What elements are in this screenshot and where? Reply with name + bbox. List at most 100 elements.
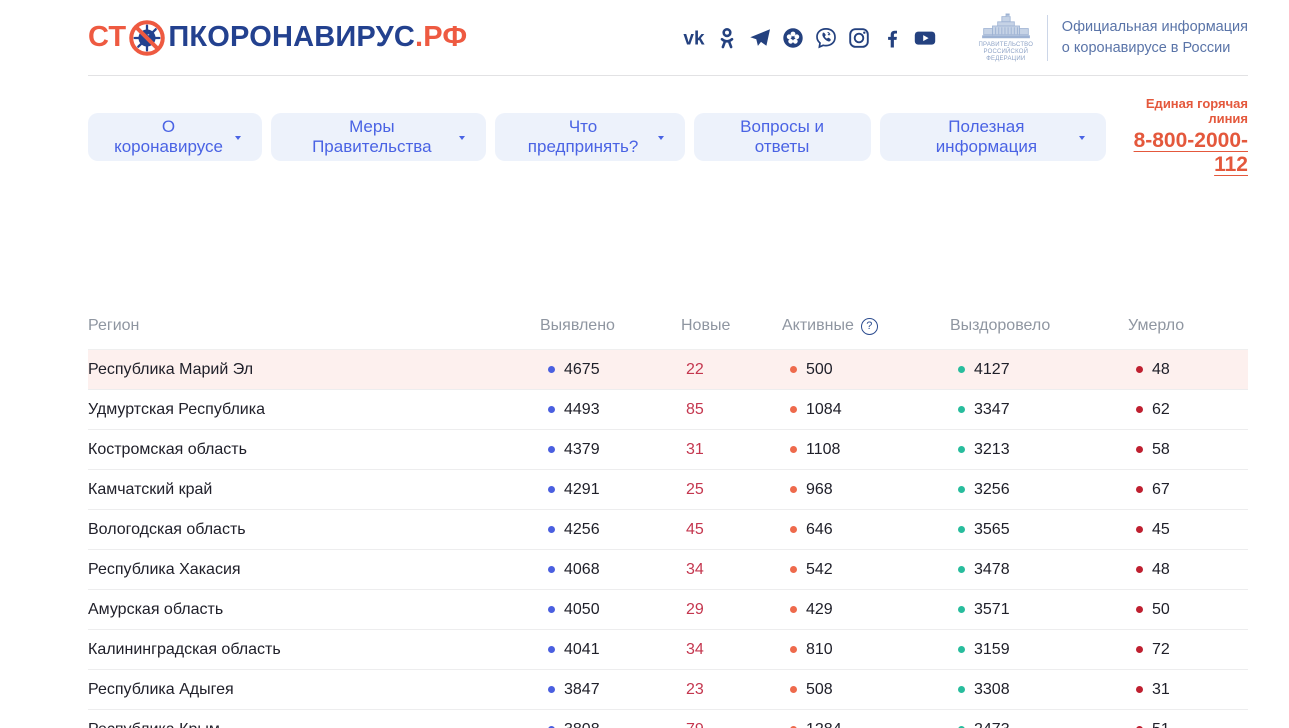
no-virus-logo-icon [128,19,166,57]
active-value: 646 [806,521,833,539]
detected-value: 4379 [564,441,600,459]
recovered-value: 3213 [974,441,1010,459]
active-cell: 508 [782,681,950,699]
new-cases-cell: 31 [681,441,782,459]
nav-item-label: Вопросы и ответы [715,117,850,157]
died-value: 48 [1152,561,1170,579]
died-cell: 31 [1128,681,1248,699]
table-row[interactable]: Амурская область 4050 29 429 3571 50 [88,590,1248,630]
detected-cell: 3808 [540,721,681,728]
died-value: 62 [1152,401,1170,419]
nav-item-questions-answers[interactable]: Вопросы и ответы [694,113,871,161]
active-value: 429 [806,601,833,619]
detected-cell: 4256 [540,521,681,539]
table-row[interactable]: Удмуртская Республика 4493 85 1084 3347 … [88,390,1248,430]
youtube-icon[interactable] [913,26,937,50]
died-value: 67 [1152,481,1170,499]
vk-icon[interactable]: vk [682,26,706,50]
chevron-down-icon [1079,136,1085,140]
new-value: 34 [686,561,704,578]
chevron-down-icon [235,136,241,140]
active-dot-icon [790,566,797,573]
official-info-text: Официальная информация о коронавирусе в … [1062,17,1248,59]
new-cases-cell: 25 [681,481,782,499]
active-dot-icon [790,526,797,533]
table-row[interactable]: Калининградская область 4041 34 810 3159… [88,630,1248,670]
detected-cell: 4493 [540,401,681,419]
page-container: СТ ПКОРОНАВИРУС [88,0,1248,728]
table-row[interactable]: Костромская область 4379 31 1108 3213 58 [88,430,1248,470]
nav-item-about-coronavirus[interactable]: О коронавирусе [88,113,262,161]
active-dot-icon [790,366,797,373]
region-name: Калининградская область [88,641,540,659]
new-value: 22 [686,361,704,378]
detected-dot-icon [548,606,555,613]
viber-icon[interactable] [814,26,838,50]
active-cell: 968 [782,481,950,499]
telegram-icon[interactable] [748,26,772,50]
detected-value: 4050 [564,601,600,619]
active-cell: 500 [782,361,950,379]
main-nav: О коронавирусе Меры Правительства Что пр… [88,96,1248,177]
active-cell: 1284 [782,721,950,728]
main-nav-items: О коронавирусе Меры Правительства Что пр… [88,113,1106,161]
detected-dot-icon [548,686,555,693]
died-value: 31 [1152,681,1170,699]
nav-item-government-measures[interactable]: Меры Правительства [271,113,486,161]
region-name: Республика Марий Эл [88,361,540,379]
new-cases-cell: 22 [681,361,782,379]
table-row[interactable]: Республика Крым 3808 79 1284 2473 51 [88,710,1248,728]
recovered-value: 3565 [974,521,1010,539]
detected-cell: 4050 [540,601,681,619]
new-cases-cell: 34 [681,561,782,579]
table-row[interactable]: Республика Марий Эл 4675 22 500 4127 48 [88,350,1248,390]
recovered-cell: 3478 [950,561,1128,579]
hotline-phone-link[interactable]: 8-800-2000-112 [1134,129,1248,176]
official-info-line2: о коронавирусе в России [1062,38,1248,59]
table-body: Республика Марий Эл 4675 22 500 4127 48 … [88,350,1248,728]
nav-item-label: Полезная информация [901,117,1072,157]
recovered-value: 2473 [974,721,1010,728]
active-cell: 429 [782,601,950,619]
site-header: СТ ПКОРОНАВИРУС [88,0,1248,76]
nav-item-useful-info[interactable]: Полезная информация [880,113,1106,161]
recovered-cell: 3308 [950,681,1128,699]
odnoklassniki-icon[interactable] [715,26,739,50]
new-value: 79 [686,721,704,728]
recovered-dot-icon [958,486,965,493]
detected-value: 4291 [564,481,600,499]
nav-item-what-to-do[interactable]: Что предпринять? [495,113,685,161]
svg-text:vk: vk [683,28,705,49]
active-dot-icon [790,406,797,413]
died-dot-icon [1136,566,1143,573]
detected-value: 3847 [564,681,600,699]
facebook-icon[interactable] [880,26,904,50]
table-row[interactable]: Республика Хакасия 4068 34 542 3478 48 [88,550,1248,590]
died-value: 51 [1152,721,1170,728]
new-value: 31 [686,441,704,458]
table-row[interactable]: Камчатский край 4291 25 968 3256 67 [88,470,1248,510]
site-logo-link[interactable]: СТ ПКОРОНАВИРУС [88,19,467,57]
detected-cell: 4068 [540,561,681,579]
active-value: 810 [806,641,833,659]
recovered-cell: 3565 [950,521,1128,539]
new-value: 34 [686,641,704,658]
icq-icon[interactable] [781,26,805,50]
detected-dot-icon [548,566,555,573]
detected-dot-icon [548,406,555,413]
table-row[interactable]: Республика Адыгея 3847 23 508 3308 31 [88,670,1248,710]
new-cases-cell: 34 [681,641,782,659]
help-question-icon[interactable]: ? [861,318,878,335]
table-row[interactable]: Вологодская область 4256 45 646 3565 45 [88,510,1248,550]
new-cases-cell: 23 [681,681,782,699]
detected-cell: 4379 [540,441,681,459]
recovered-value: 3478 [974,561,1010,579]
recovered-cell: 3347 [950,401,1128,419]
recovered-value: 3256 [974,481,1010,499]
recovered-dot-icon [958,366,965,373]
instagram-icon[interactable] [847,26,871,50]
detected-dot-icon [548,446,555,453]
region-name: Амурская область [88,601,540,619]
active-value: 1284 [806,721,842,728]
nav-item-label: Меры Правительства [292,117,452,157]
